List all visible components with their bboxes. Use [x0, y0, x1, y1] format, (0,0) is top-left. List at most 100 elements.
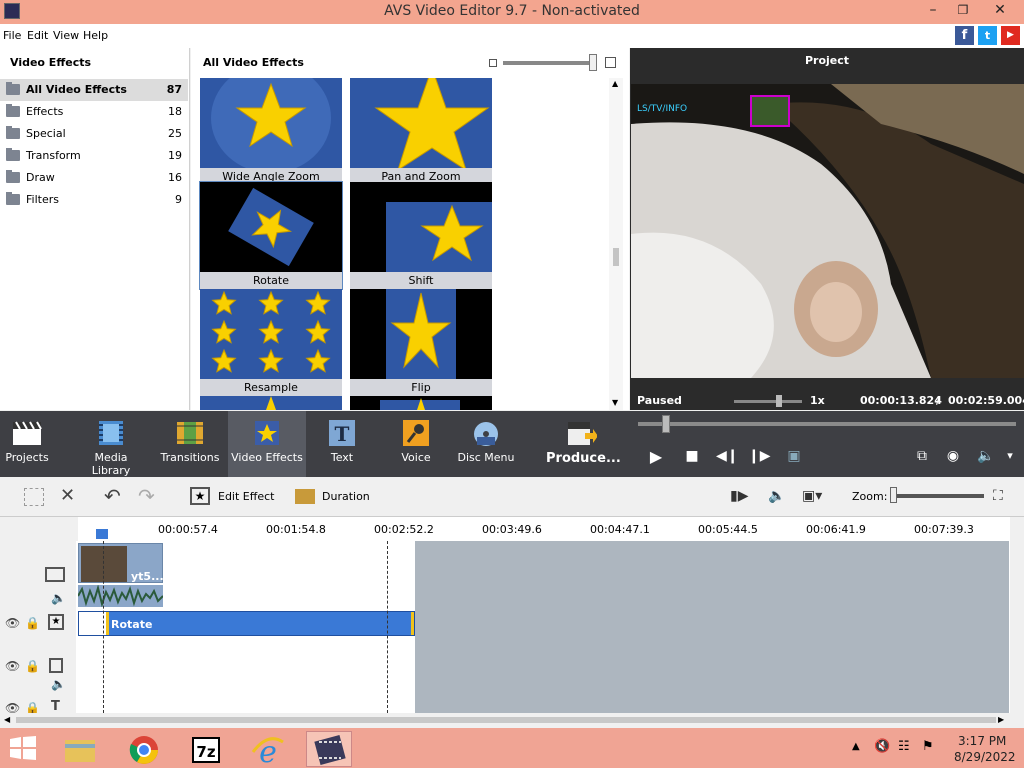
duration-button[interactable]: Duration: [322, 490, 370, 503]
scroll-thumb[interactable]: [613, 248, 619, 266]
thumb-size-slider-handle[interactable]: [589, 54, 597, 71]
clock-date[interactable]: 8/29/2022: [954, 750, 1016, 764]
fullscreen-icon[interactable]: ⧉: [912, 448, 932, 464]
category-draw[interactable]: Draw 16: [0, 167, 188, 189]
menu-help[interactable]: Help: [83, 29, 108, 42]
projects-button[interactable]: Projects: [0, 411, 54, 477]
text-button[interactable]: T Text: [316, 411, 368, 477]
category-effects[interactable]: Effects 18: [0, 101, 188, 123]
scroll-thumb[interactable]: [16, 717, 996, 723]
twitter-icon[interactable]: t: [978, 26, 997, 45]
chrome-icon[interactable]: [120, 731, 166, 767]
undo-icon[interactable]: ↶: [104, 484, 121, 508]
previous-frame-button[interactable]: ◀❙: [716, 448, 739, 464]
next-frame-button[interactable]: ❙▶: [748, 448, 771, 464]
playback-seek-bar[interactable]: [638, 422, 1016, 426]
snapshot-icon[interactable]: ◉: [943, 448, 963, 464]
effect-tile-partial[interactable]: [350, 396, 492, 410]
effect-clip-edge[interactable]: [411, 612, 414, 635]
video-clip[interactable]: yt5...: [78, 543, 164, 583]
show-hidden-icons[interactable]: ▲: [852, 741, 860, 752]
seek-handle[interactable]: [662, 415, 670, 433]
duration-icon[interactable]: [295, 489, 315, 504]
effect-tile-partial[interactable]: [200, 396, 342, 410]
minimize-button[interactable]: –: [920, 0, 946, 22]
restore-button[interactable]: ❐: [950, 0, 976, 22]
play-button[interactable]: ▶: [646, 447, 666, 466]
effect-rotate[interactable]: Rotate: [199, 181, 343, 290]
edit-effect-button[interactable]: Edit Effect: [218, 490, 274, 503]
scroll-down-arrow-icon[interactable]: ▼: [612, 398, 618, 407]
menu-file[interactable]: File: [3, 29, 21, 42]
file-explorer-icon[interactable]: [56, 731, 102, 767]
category-transform[interactable]: Transform 19: [0, 145, 188, 167]
edit-effect-star-icon[interactable]: ★: [190, 487, 210, 505]
produce-button[interactable]: Produce...: [546, 411, 621, 477]
scroll-up-arrow-icon[interactable]: ▲: [612, 79, 618, 88]
video-effects-button[interactable]: Video Effects: [228, 411, 306, 477]
redo-icon[interactable]: ↷: [138, 484, 155, 508]
network-icon[interactable]: ☷: [898, 739, 910, 754]
transitions-button[interactable]: Transitions: [158, 411, 222, 477]
volume-dropdown-icon[interactable]: ▾: [1000, 449, 1020, 462]
split-icon[interactable]: ▮▶: [730, 488, 748, 504]
menu-view[interactable]: View: [53, 29, 79, 42]
video-preview[interactable]: LS/TV/INFO: [631, 84, 1024, 378]
playback-speed[interactable]: 1x: [810, 394, 825, 407]
avs-video-editor-taskbar-icon[interactable]: [306, 731, 352, 767]
effect-clip-edge[interactable]: [106, 612, 109, 635]
storyboard-icon[interactable]: [24, 488, 44, 506]
effect-resample[interactable]: Resample: [200, 289, 342, 396]
thumb-size-slider[interactable]: [503, 61, 593, 65]
category-special[interactable]: Special 25: [0, 123, 188, 145]
media-library-button[interactable]: Media Library: [74, 411, 148, 477]
visibility-eye-icon[interactable]: 👁: [5, 659, 20, 673]
speaker-muted-icon[interactable]: 🔇: [874, 739, 890, 754]
lock-icon[interactable]: 🔒: [25, 659, 40, 673]
scroll-right-arrow-icon[interactable]: ▶: [998, 715, 1004, 724]
disc-menu-button[interactable]: Disc Menu: [456, 411, 516, 477]
fit-timeline-icon[interactable]: ⛶: [993, 488, 1003, 504]
timeline-vertical-scrollbar[interactable]: [1010, 517, 1024, 713]
timeline-horizontal-scrollbar[interactable]: ◀ ▶: [0, 713, 1010, 727]
text-label: Text: [330, 451, 354, 464]
internet-explorer-icon[interactable]: e: [244, 731, 290, 768]
disc-menu-label: Disc Menu: [457, 451, 515, 464]
facebook-icon[interactable]: f: [955, 26, 974, 45]
scroll-left-arrow-icon[interactable]: ◀: [4, 715, 10, 724]
effect-shift[interactable]: Shift: [350, 182, 492, 289]
audio-waveform[interactable]: [77, 584, 164, 608]
effect-clip-rotate[interactable]: Rotate: [78, 611, 415, 636]
display-options-icon[interactable]: ▣▾: [802, 488, 822, 504]
volume-icon[interactable]: 🔈: [976, 448, 996, 464]
zoom-slider[interactable]: [892, 494, 984, 498]
category-count: 25: [168, 127, 182, 140]
timeline-ruler[interactable]: 00:00:57.4 00:01:54.8 00:02:52.2 00:03:4…: [78, 517, 1010, 541]
large-thumb-icon[interactable]: [605, 57, 616, 68]
start-button[interactable]: [10, 736, 36, 760]
effect-flip[interactable]: Flip: [350, 289, 492, 396]
youtube-icon[interactable]: ▶: [1001, 26, 1020, 45]
volume-slider-handle[interactable]: [776, 395, 782, 407]
audio-mixer-icon[interactable]: 🔈: [768, 488, 785, 504]
clock-time[interactable]: 3:17 PM: [958, 734, 1006, 748]
category-all-video-effects[interactable]: All Video Effects 87: [0, 79, 188, 101]
menu-edit[interactable]: Edit: [27, 29, 48, 42]
gallery-scrollbar[interactable]: ▲ ▼: [609, 78, 623, 410]
stop-button[interactable]: ■: [682, 448, 702, 464]
category-filters[interactable]: Filters 9: [0, 189, 188, 211]
delete-icon[interactable]: ✕: [60, 485, 75, 506]
small-thumb-icon[interactable]: [489, 59, 497, 67]
volume-slider[interactable]: [734, 400, 802, 403]
visibility-eye-icon[interactable]: 👁: [5, 616, 20, 630]
action-center-icon[interactable]: ⚑: [922, 739, 934, 754]
close-button[interactable]: ✕: [980, 0, 1020, 22]
playhead-marker[interactable]: [96, 529, 108, 539]
effect-wide-angle-zoom[interactable]: Wide Angle Zoom: [200, 78, 342, 185]
zoom-slider-handle[interactable]: [890, 487, 897, 503]
mark-clip-button[interactable]: ▣: [784, 448, 804, 464]
voice-button[interactable]: Voice: [390, 411, 442, 477]
effect-pan-and-zoom[interactable]: Pan and Zoom: [350, 78, 492, 185]
7zip-icon[interactable]: 7z: [182, 731, 228, 767]
lock-icon[interactable]: 🔒: [25, 616, 40, 630]
